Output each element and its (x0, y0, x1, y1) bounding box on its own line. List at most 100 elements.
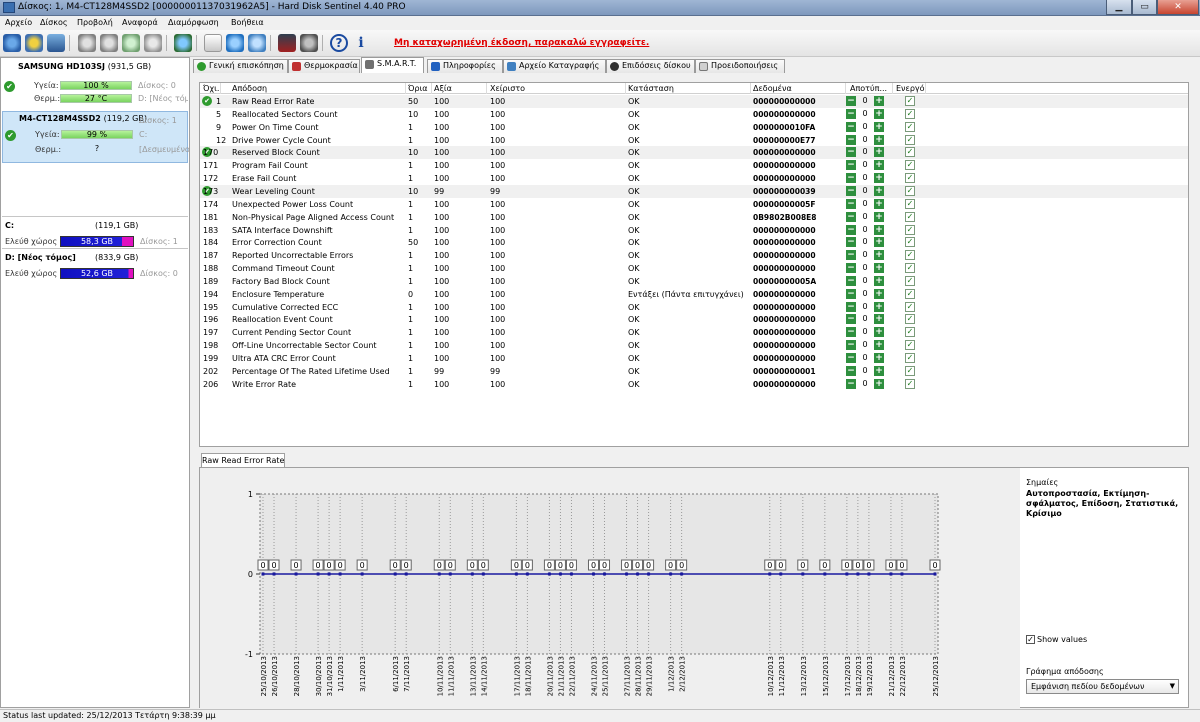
disk-item-samsung[interactable]: SAMSUNG HD103SJ (931,5 GB) ✔ Υγεία: 100 … (2, 60, 188, 112)
monitor-icon[interactable] (47, 34, 65, 52)
enabled-checkbox[interactable]: ✓ (905, 301, 915, 312)
enabled-checkbox[interactable]: ✓ (905, 185, 915, 196)
disk-test-icon[interactable] (78, 34, 96, 52)
decrement-button[interactable]: − (846, 237, 856, 248)
increment-button[interactable]: + (874, 160, 884, 171)
increment-button[interactable]: + (874, 198, 884, 209)
enabled-checkbox[interactable]: ✓ (905, 147, 915, 158)
decrement-button[interactable]: − (846, 147, 856, 158)
help-icon[interactable]: ? (330, 34, 348, 52)
smart-row[interactable]: ✔ 173 Wear Leveling Count 10 99 99 OK 000000000… (200, 184, 1188, 198)
smart-row[interactable]: ✔ 1 Raw Read Error Rate 50 100 100 OK 000000000… (200, 95, 1188, 108)
smart-row[interactable]: 9 Power On Time Count 1 100 100 OK 0000000010F… (200, 121, 1188, 134)
tab-overview[interactable]: Γενική επισκόπηση (193, 59, 288, 73)
smart-row[interactable]: 202 Percentage Of The Rated Lifetime Used… (200, 365, 1188, 378)
menu-help[interactable]: Βοήθεια (231, 18, 264, 27)
smart-row[interactable]: 196 Reallocation Event Count 1 100 100 OK 0000… (200, 313, 1188, 326)
decrement-button[interactable]: − (846, 263, 856, 274)
menu-file[interactable]: Αρχείο (5, 18, 32, 27)
enabled-checkbox[interactable]: ✓ (905, 314, 915, 325)
enabled-checkbox[interactable]: ✓ (905, 378, 915, 389)
menu-configuration[interactable]: Διαμόρφωση (168, 18, 219, 27)
decrement-button[interactable]: − (846, 198, 856, 209)
smart-row[interactable]: 195 Cumulative Corrected ECC 1 100 100 OK 0000… (200, 301, 1188, 314)
decrement-button[interactable]: − (846, 108, 856, 119)
col-enabled-header[interactable]: Ενεργό (896, 84, 925, 93)
menu-view[interactable]: Προβολή (77, 18, 113, 27)
smart-row[interactable]: 206 Write Error Rate 1 100 100 OK 000000000000… (200, 378, 1188, 391)
enabled-checkbox[interactable]: ✓ (905, 96, 915, 106)
increment-button[interactable]: + (874, 263, 884, 274)
decrement-button[interactable]: − (846, 121, 856, 132)
increment-button[interactable]: + (874, 96, 884, 106)
report-icon[interactable] (204, 34, 222, 52)
col-id-header[interactable]: Όχι. (203, 84, 219, 93)
enabled-checkbox[interactable]: ✓ (905, 340, 915, 351)
extended-test-icon[interactable] (144, 34, 162, 52)
sync-icon[interactable] (226, 34, 244, 52)
tab-temperature[interactable]: Θερμοκρασία (288, 59, 360, 73)
enabled-checkbox[interactable]: ✓ (905, 250, 915, 261)
increment-button[interactable]: + (874, 314, 884, 325)
increment-button[interactable]: + (874, 340, 884, 351)
decrement-button[interactable]: − (846, 288, 856, 299)
enabled-checkbox[interactable]: ✓ (905, 237, 915, 248)
increment-button[interactable]: + (874, 211, 884, 222)
smart-row[interactable]: 184 Error Correction Count 50 100 100 OK 00000… (200, 236, 1188, 249)
increment-button[interactable]: + (874, 327, 884, 338)
decrement-button[interactable]: − (846, 250, 856, 261)
tab-alerts[interactable]: Προειδοποιήσεις (695, 59, 785, 73)
increment-button[interactable]: + (874, 275, 884, 286)
smart-row[interactable]: 5 Reallocated Sectors Count 10 100 100 OK 0000… (200, 108, 1188, 121)
col-status-header[interactable]: Κατάσταση (628, 84, 674, 93)
decrement-button[interactable]: − (846, 224, 856, 235)
tab-information[interactable]: Πληροφορίες (427, 59, 503, 73)
smart-row[interactable]: 183 SATA Interface Downshift 1 100 100 OK 0000… (200, 224, 1188, 237)
col-threshold-header[interactable]: Όρια (408, 84, 428, 93)
network-icon[interactable] (248, 34, 266, 52)
enabled-checkbox[interactable]: ✓ (905, 288, 915, 299)
minimize-button[interactable]: ▁ (1106, 0, 1132, 15)
decrement-button[interactable]: − (846, 378, 856, 389)
col-attribute-header[interactable]: Απόδοση (232, 84, 267, 93)
decrement-button[interactable]: − (846, 173, 856, 184)
increment-button[interactable]: + (874, 224, 884, 235)
enabled-checkbox[interactable]: ✓ (905, 108, 915, 119)
increment-button[interactable]: + (874, 237, 884, 248)
enabled-checkbox[interactable]: ✓ (905, 121, 915, 132)
decrement-button[interactable]: − (846, 211, 856, 222)
decrement-button[interactable]: − (846, 96, 856, 106)
short-test-icon[interactable] (122, 34, 140, 52)
enabled-checkbox[interactable]: ✓ (905, 134, 915, 145)
graph-tab-raw-read-error-rate[interactable]: Raw Read Error Rate (201, 453, 285, 468)
enabled-checkbox[interactable]: ✓ (905, 211, 915, 222)
decrement-button[interactable]: − (846, 275, 856, 286)
increment-button[interactable]: + (874, 173, 884, 184)
smart-row[interactable]: ✔ 170 Reserved Block Count 10 100 100 OK 000000… (200, 146, 1188, 160)
decrement-button[interactable]: − (846, 301, 856, 312)
enabled-checkbox[interactable]: ✓ (905, 365, 915, 376)
decrement-button[interactable]: − (846, 160, 856, 171)
increment-button[interactable]: + (874, 185, 884, 196)
col-worst-header[interactable]: Χείριστο (490, 84, 525, 93)
show-values-checkbox[interactable]: ✓ Show values (1026, 635, 1087, 644)
volume-item-d[interactable]: D: [Νέος τόμος] (833,9 GB) Ελεύθ χώρος 5… (2, 248, 188, 288)
increment-button[interactable]: + (874, 301, 884, 312)
unregistered-notice-link[interactable]: Μη καταχωρημένη έκδοση, παρακαλώ εγγραφε… (394, 38, 649, 48)
performance-graph-select[interactable]: Εμφάνιση πεδίου δεδομένων ▼ (1026, 679, 1179, 694)
smart-row[interactable]: 189 Factory Bad Block Count 1 100 100 OK 00000… (200, 275, 1188, 288)
smart-row[interactable]: 194 Enclosure Temperature 0 100 100 Εντάξει (… (200, 288, 1188, 301)
close-button[interactable]: ✕ (1157, 0, 1199, 15)
increment-button[interactable]: + (874, 365, 884, 376)
disk-item-m4[interactable]: M4-CT128M4SSD2 (119,2 GB) ✔ Υγεία: 99 % … (2, 111, 189, 163)
tab-log[interactable]: Αρχείο Καταγραφής (503, 59, 606, 73)
smart-row[interactable]: 171 Program Fail Count 1 100 100 OK 0000000000… (200, 159, 1188, 172)
enabled-checkbox[interactable]: ✓ (905, 173, 915, 184)
decrement-button[interactable]: − (846, 327, 856, 338)
increment-button[interactable]: + (874, 288, 884, 299)
info-icon[interactable]: i (352, 34, 370, 52)
increment-button[interactable]: + (874, 353, 884, 363)
increment-button[interactable]: + (874, 121, 884, 132)
smart-row[interactable]: 174 Unexpected Power Loss Count 1 100 100 OK 0… (200, 198, 1188, 211)
tab-performance[interactable]: Επιδόσεις δίσκου (606, 59, 695, 73)
